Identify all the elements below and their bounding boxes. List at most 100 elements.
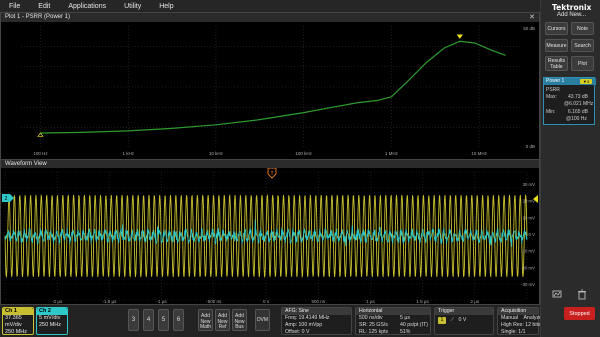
add-new-ref-button[interactable]: Add New Ref	[215, 309, 230, 331]
x-tick-label: -1 µs	[157, 299, 168, 304]
x-tick-label: -500 ns	[206, 299, 222, 304]
horizontal-position: 5 µs	[400, 315, 410, 321]
y-tick-top: 50 dB	[523, 26, 535, 31]
x-tick-label: 100 kHz	[295, 151, 312, 156]
trigger-title: Trigger	[435, 308, 493, 315]
svg-text:T: T	[270, 171, 273, 177]
afg-offset: Offset: 0 V	[285, 329, 310, 335]
plot-title-bar: Plot 1 - PSRR (Power 1) ✕	[1, 13, 539, 22]
afg-frequency: Freq: 19.4149 MHz	[285, 315, 330, 321]
menu-edit[interactable]: Edit	[38, 3, 50, 10]
x-tick-label: 500 ns	[311, 299, 325, 304]
x-tick-label: 10 kHz	[209, 151, 224, 156]
max-label: Max:	[546, 94, 557, 100]
x-tick-label: 100 Hz	[33, 151, 48, 156]
menu-help[interactable]: Help	[159, 3, 173, 10]
waveform-title: Waveform View	[5, 161, 47, 167]
ch1-badge[interactable]: Ch 1 37.365 mV/div 250 MHz	[2, 307, 34, 335]
dvm-button[interactable]: DVM	[255, 309, 270, 331]
y-scale-label: -20 mV	[521, 265, 535, 270]
results-table-button[interactable]: Results Table	[545, 56, 568, 71]
menu-bar: File Edit Applications Utility Help	[0, 0, 540, 12]
ch1-bandwidth: 250 MHz	[5, 329, 28, 335]
ch2-scale: 5 mV/div	[39, 315, 61, 321]
oscilloscope-app: File Edit Applications Utility Help Plot…	[0, 0, 600, 337]
min-frequency: @100 Hz	[566, 116, 587, 122]
x-tick-label: 1 MHz	[385, 151, 399, 156]
acquisition-title: Acquisition	[498, 308, 538, 315]
waveform-display: 30 mV 20 mV 10 mV 0 V -10 mV -20 mV -30 mV -2 …	[1, 160, 539, 304]
x-tick-label: 1 µs	[366, 299, 375, 304]
afg-panel[interactable]: AFG: Sine Freq: 19.4149 MHz Amp: 100 mVp…	[281, 307, 352, 335]
ch2-bandwidth: 250 MHz	[39, 322, 62, 328]
menu-applications[interactable]: Applications	[68, 3, 106, 10]
y-scale-label: 10 mV	[523, 215, 536, 220]
y-scale-label: 20 mV	[523, 199, 536, 204]
y-scale-label: 30 mV	[523, 182, 536, 187]
run-stop-status[interactable]: Stopped	[564, 307, 595, 320]
close-icon[interactable]: ✕	[529, 13, 535, 22]
psrr-plot-window: Plot 1 - PSRR (Power 1) ✕ 100 Hz 1 kHz 10 …	[0, 12, 540, 160]
y-scale-label: -10 mV	[521, 249, 535, 254]
horizontal-panel[interactable]: Horizontal 500 ns/div 5 µs SR: 25 GS/s 40 …	[355, 307, 431, 335]
horizontal-title: Horizontal	[356, 308, 430, 315]
measure-button[interactable]: Measure	[545, 39, 568, 52]
plot-button[interactable]: Plot	[571, 56, 594, 71]
max-frequency: @6.021 MHz	[564, 101, 594, 107]
ch5-button[interactable]: 5	[158, 309, 169, 331]
trigger-position-percent: 51%	[400, 329, 411, 335]
ch2-label: Ch 2	[37, 308, 67, 315]
x-tick-label: 2 µs	[470, 299, 479, 304]
bottom-settings-bar: Ch 1 37.365 mV/div 250 MHz Ch 2 5 mV/div…	[0, 305, 542, 337]
sample-rate: SR: 25 GS/s	[359, 322, 388, 328]
afg-amplitude: Amp: 100 mVpp	[285, 322, 323, 328]
waveform-view-window: 30 mV 20 mV 10 mV 0 V -10 mV -20 mV -30 mV -2 …	[0, 159, 540, 305]
x-tick-label: 1.5 µs	[416, 299, 429, 304]
tektronix-logo: Tektronix	[552, 3, 592, 12]
horizontal-scale: 500 ns/div	[359, 315, 383, 321]
ch1-label: Ch 1	[3, 308, 33, 315]
screenshot-icon[interactable]	[550, 288, 564, 300]
svg-text:2: 2	[5, 196, 8, 202]
ch3-button[interactable]: 3	[128, 309, 139, 331]
x-tick-label: -2 µs	[52, 299, 63, 304]
menu-file[interactable]: File	[9, 3, 20, 10]
x-tick-label: -1.5 µs	[102, 299, 117, 304]
min-label: Min:	[546, 109, 556, 115]
trigger-level: 0 V	[458, 317, 467, 323]
ch6-button[interactable]: 6	[173, 309, 184, 331]
ch1-scale: 37.365 mV/div	[5, 315, 22, 328]
x-tick-label: 10 MHz	[471, 151, 487, 156]
trigger-panel[interactable]: Trigger 1 ⟋ 0 V	[434, 307, 494, 335]
trash-icon[interactable]	[575, 288, 589, 300]
afg-title: AFG: Sine	[282, 308, 351, 315]
psrr-chart: 100 Hz 1 kHz 10 kHz 100 kHz 1 MHz 10 MHz 50 d…	[21, 26, 535, 156]
trigger-source-badge: 1	[438, 317, 446, 324]
y-scale-label: -30 mV	[521, 282, 535, 287]
measurement-source-badge: ▼3	[580, 79, 592, 84]
ch2-badge[interactable]: Ch 2 5 mV/div 250 MHz	[36, 307, 68, 335]
acquisition-mode: Manual	[501, 315, 519, 321]
rising-edge-icon: ⟋	[450, 317, 455, 323]
acquisition-resolution: High Res: 12 bits	[501, 322, 541, 328]
y-scale-label: 0 V	[529, 232, 536, 237]
add-new-math-button[interactable]: Add New Math	[198, 309, 213, 331]
acquisition-panel[interactable]: Acquisition Manual Analyze High Res: 12 …	[497, 307, 542, 335]
menu-utility[interactable]: Utility	[124, 3, 141, 10]
time-per-point: 40 ps/pt (IT)	[400, 322, 428, 328]
y-tick-bottom: 0 dB	[526, 144, 535, 149]
waveform-title-bar: Waveform View	[1, 160, 539, 168]
add-new-label: Add New...	[557, 12, 587, 18]
ch4-button[interactable]: 4	[143, 309, 154, 331]
record-length: RL: 125 kpts	[359, 329, 389, 335]
x-tick-label: 1 kHz	[122, 151, 134, 156]
x-tick-label: 0 s	[263, 299, 270, 304]
add-new-bus-button[interactable]: Add New Bus	[232, 309, 247, 331]
acquisition-single: Single: 1/1	[501, 329, 526, 335]
max-value: 43.73 dB	[568, 94, 589, 100]
search-button[interactable]: Search	[571, 39, 594, 52]
measurement-name: PSRR	[546, 87, 560, 93]
note-button[interactable]: Note	[571, 22, 594, 35]
cursors-button[interactable]: Cursors	[545, 22, 568, 35]
psrr-measurement-badge[interactable]: Power 1 ▼3 PSRR Max: 43.73 dB @6.021 MHz…	[543, 77, 596, 125]
